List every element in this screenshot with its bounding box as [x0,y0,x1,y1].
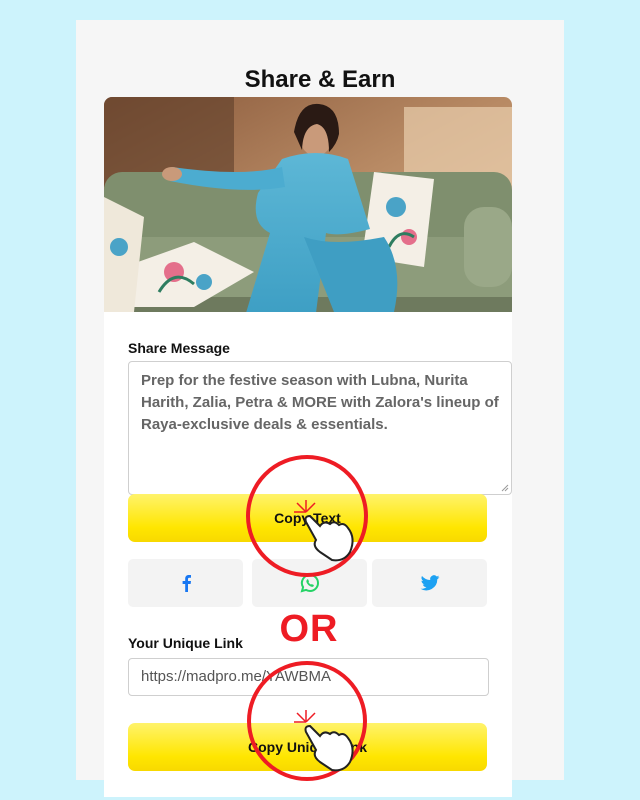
share-message-text: Prep for the festive season with Lubna, … [141,372,499,433]
twitter-icon [420,575,439,591]
facebook-share-button[interactable] [128,559,243,607]
or-divider-text: OR [279,608,339,650]
resize-handle-icon[interactable] [501,484,509,492]
copy-text-button-label: Copy Text [274,510,341,526]
twitter-share-button[interactable] [372,559,487,607]
copy-text-button[interactable]: Copy Text [128,494,487,542]
share-card: Share Message Prep for the festive seaso… [104,97,512,797]
copy-unique-link-button-label: Copy Unique Link [248,739,367,755]
unique-link-input[interactable]: https://madpro.me/YAWBMA [128,658,489,696]
unique-link-value: https://madpro.me/YAWBMA [141,668,332,685]
copy-unique-link-button[interactable]: Copy Unique Link [128,723,487,771]
unique-link-label: Your Unique Link [128,635,243,651]
share-message-label: Share Message [128,340,230,356]
share-earn-panel: Share & Earn Share Message Prep for the … [76,20,564,797]
share-message-textarea[interactable]: Prep for the festive season with Lubna, … [128,361,512,495]
facebook-icon [182,575,191,592]
whatsapp-icon [300,573,319,593]
page-title: Share & Earn [244,66,396,93]
whatsapp-share-button[interactable] [252,559,367,607]
hero-image [104,97,512,312]
